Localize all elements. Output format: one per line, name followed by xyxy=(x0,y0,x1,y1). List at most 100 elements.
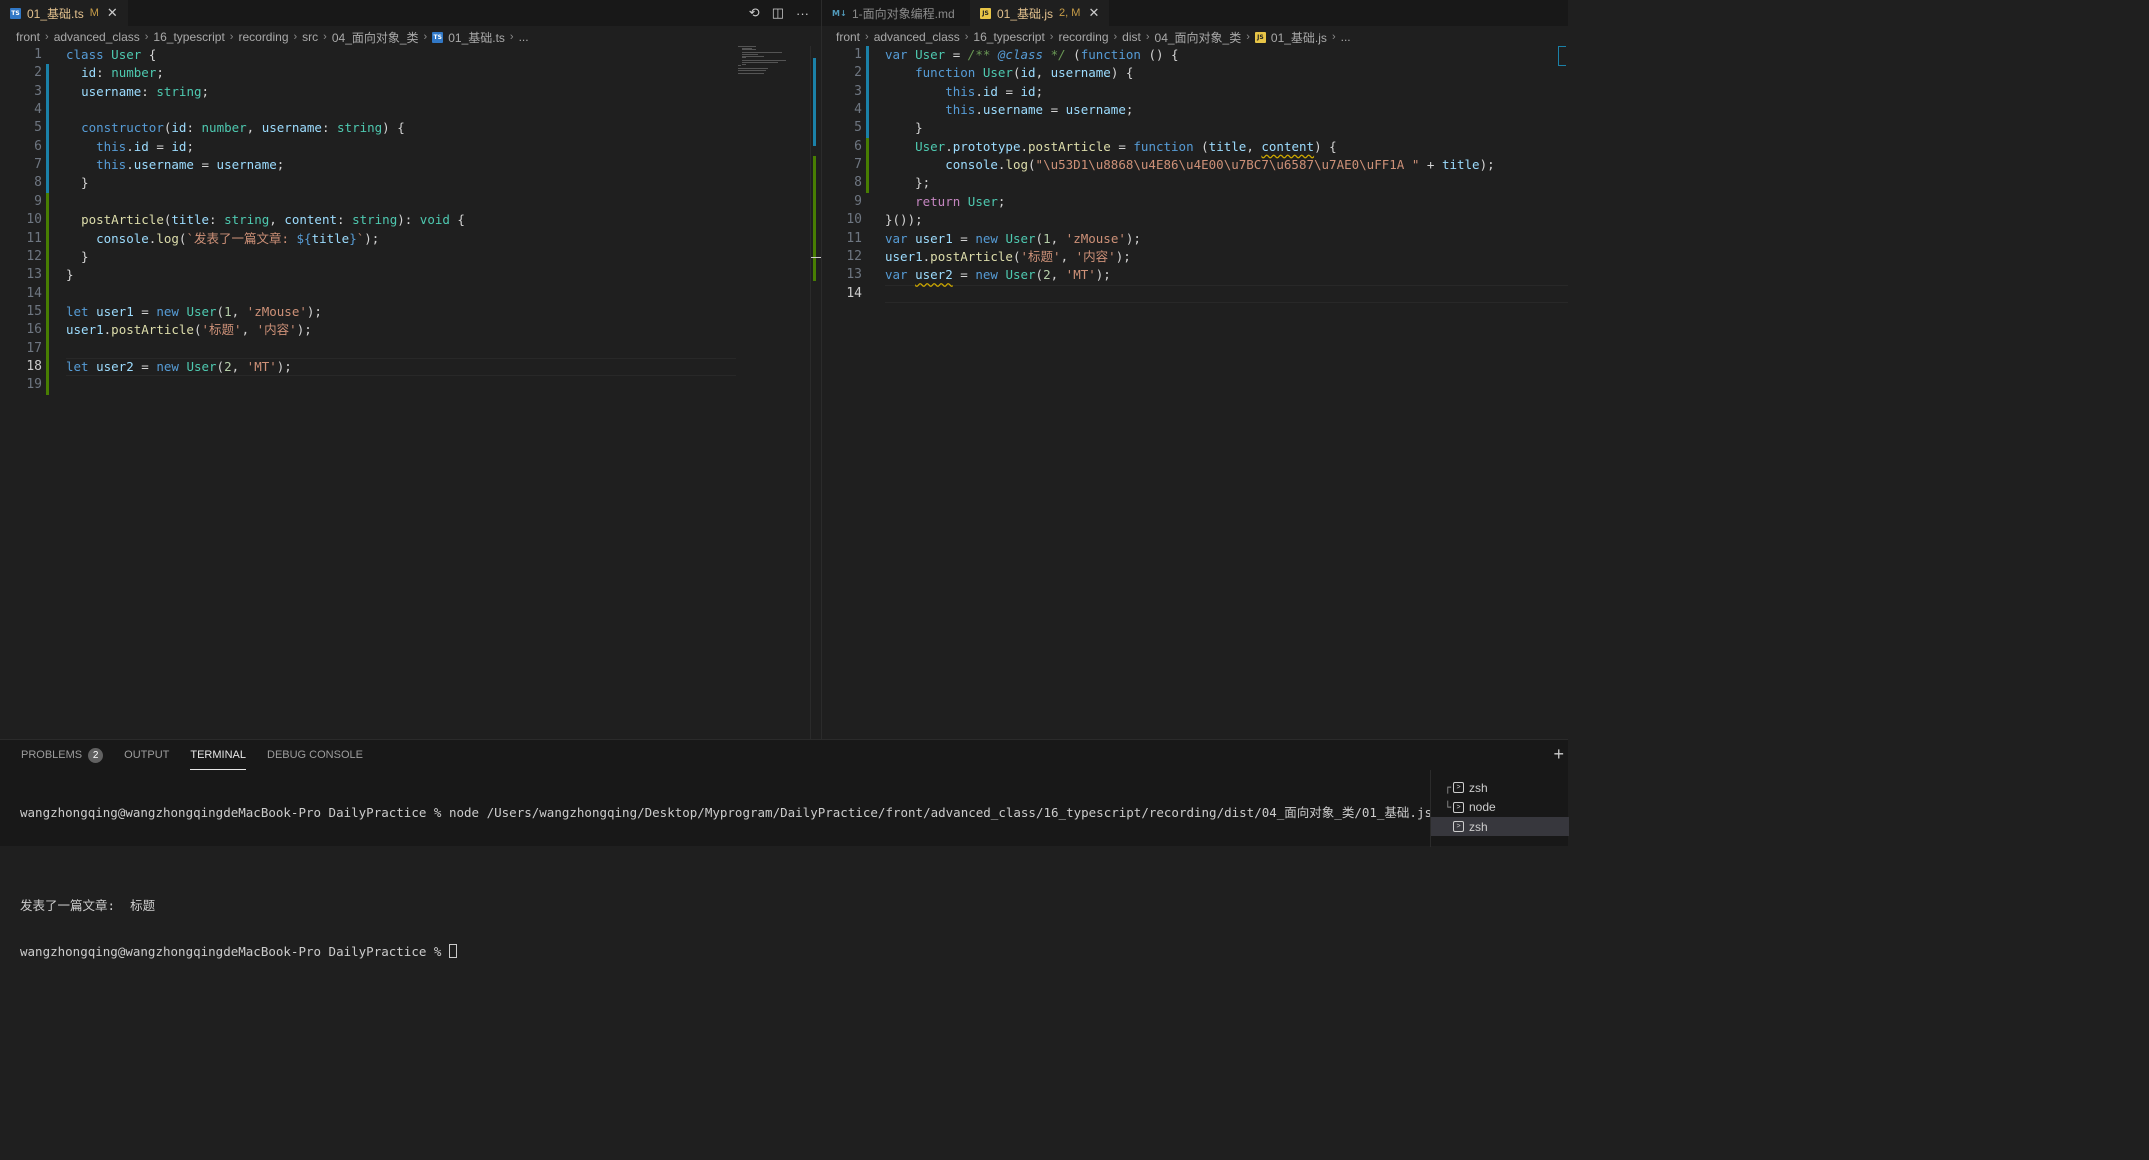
panel-tab-output[interactable]: OUTPUT xyxy=(124,740,169,770)
tab-label: 1-面向对象编程.md xyxy=(852,6,955,21)
line-number: 12 xyxy=(26,248,42,264)
breadcrumb-item[interactable]: advanced_class xyxy=(874,30,960,44)
minimap-line xyxy=(738,73,764,75)
problems-count-badge: 2 xyxy=(88,747,104,763)
line-number: 14 xyxy=(26,285,42,301)
line-number: 7 xyxy=(854,157,862,173)
code-editor-left[interactable]: 1 class User {2 id: number; 3 username: st… xyxy=(0,46,821,739)
close-icon[interactable]: ✕ xyxy=(107,5,118,21)
code-line: var user2 = new User(2, 'MT'); xyxy=(885,267,1111,283)
breadcrumb-item[interactable]: 16_typescript xyxy=(973,30,1044,44)
code-line: class User { xyxy=(66,47,157,62)
close-icon[interactable]: ✕ xyxy=(1088,5,1099,21)
new-terminal-plus-icon[interactable]: + xyxy=(1553,744,1564,765)
line-number: 10 xyxy=(846,212,862,228)
line-number: 2 xyxy=(854,65,862,81)
javascript-file-icon: JS xyxy=(980,7,991,19)
more-actions-icon[interactable]: ··· xyxy=(796,6,809,21)
breadcrumb-item[interactable]: front xyxy=(836,30,860,44)
terminal-list-item[interactable]: └ > node xyxy=(1431,798,1569,817)
tab-bar-left: TS 01_基础.ts M ✕ ⟲ ◫ ··· xyxy=(0,0,821,26)
panel-tab-debug-console[interactable]: DEBUG CONSOLE xyxy=(267,740,363,770)
markdown-file-icon: M↓ xyxy=(832,8,847,18)
gutter-added-marker xyxy=(46,192,49,395)
terminal-icon: > xyxy=(1453,801,1464,813)
code-line: function User(id, username) { xyxy=(915,65,1134,81)
code-line: }()); xyxy=(885,212,923,228)
chevron-right-icon: › xyxy=(45,31,49,43)
gutter-modified-marker xyxy=(46,64,49,193)
problems-modified-badge: 2, M xyxy=(1059,7,1081,19)
split-editor-icon[interactable]: ◫ xyxy=(772,5,784,21)
line-number: 11 xyxy=(846,230,862,246)
terminal-name: node xyxy=(1469,800,1496,814)
line-number: 2 xyxy=(34,65,42,81)
code-line: } xyxy=(66,267,74,283)
terminal-icon: > xyxy=(1453,782,1464,793)
line-number: 14 xyxy=(846,285,862,301)
line-number: 13 xyxy=(846,267,862,283)
line-number: 5 xyxy=(854,120,862,136)
line-number: 8 xyxy=(34,175,42,191)
terminal-name: zsh xyxy=(1469,780,1488,795)
overview-ruler-marker xyxy=(1558,46,1566,66)
tab-bar-right: M↓ 1-面向对象编程.md JS 01_基础.js 2, M ✕ xyxy=(822,0,1568,26)
line-number: 4 xyxy=(34,102,42,118)
chevron-right-icon: › xyxy=(144,31,149,43)
breadcrumb-item[interactable]: 01_基础.js xyxy=(1271,29,1327,46)
chevron-right-icon: › xyxy=(1246,31,1250,43)
open-changes-icon[interactable]: ⟲ xyxy=(749,5,760,21)
chevron-right-icon: › xyxy=(423,31,428,43)
code-line: User.prototype.postArticle = function (t… xyxy=(915,138,1337,154)
code-line: constructor(id: number, username: string… xyxy=(81,120,405,136)
breadcrumb-item[interactable]: 04_面向对象_类 xyxy=(1155,29,1242,46)
breadcrumb-item[interactable]: recording xyxy=(238,30,288,44)
code-editor-right[interactable]: 1 var User = /** @class */ (function () {… xyxy=(822,46,1568,739)
editor-group-left: TS 01_基础.ts M ✕ ⟲ ◫ ··· front › advanced_c… xyxy=(0,0,821,739)
tab-markdown[interactable]: M↓ 1-面向对象编程.md xyxy=(822,0,970,26)
breadcrumb-item[interactable]: src xyxy=(302,30,318,44)
breadcrumb-item[interactable]: 16_typescript xyxy=(153,30,224,44)
minimap-line xyxy=(738,65,741,67)
code-line: this.username = username; xyxy=(945,102,1134,118)
minimap-line xyxy=(742,49,756,51)
code-line: let user1 = new User(1, 'zMouse'); xyxy=(66,303,322,319)
terminal-list-item[interactable]: > zsh xyxy=(1431,817,1569,836)
typescript-file-icon: TS xyxy=(10,7,21,19)
javascript-file-icon: JS xyxy=(1254,31,1266,43)
tab-01-js[interactable]: JS 01_基础.js 2, M ✕ xyxy=(970,0,1110,26)
minimap[interactable] xyxy=(738,46,810,76)
code-line: this.id = id; xyxy=(96,138,194,154)
breadcrumb: front › advanced_class › 16_typescript › recor… xyxy=(16,28,529,46)
breadcrumb-item[interactable]: recording xyxy=(1058,30,1108,44)
code-line: console.log("\u53D1\u8868\u4E86\u4E00\u7… xyxy=(945,157,1495,173)
code-line: } xyxy=(66,175,89,191)
terminal-icon: > xyxy=(1453,821,1464,832)
chevron-right-icon: › xyxy=(293,31,298,43)
code-line: } xyxy=(66,248,89,264)
breadcrumb-item[interactable]: dist xyxy=(1122,30,1141,44)
breadcrumb-item[interactable]: advanced_class xyxy=(54,30,140,44)
breadcrumb-item[interactable]: 04_面向对象_类 xyxy=(332,29,419,46)
line-number: 13 xyxy=(26,267,42,283)
line-number: 5 xyxy=(34,120,42,136)
panel-tab-terminal[interactable]: TERMINAL xyxy=(190,740,246,770)
tab-01-ts[interactable]: TS 01_基础.ts M ✕ xyxy=(0,0,128,26)
breadcrumb-item[interactable]: ... xyxy=(519,30,529,44)
terminal-output[interactable]: wangzhongqing@wangzhongqingdeMacBook-Pro… xyxy=(20,774,1432,991)
breadcrumb-item[interactable]: 01_基础.ts xyxy=(448,29,505,46)
code-line: } xyxy=(885,120,923,136)
panel-tab-label: PROBLEMS xyxy=(21,749,83,761)
code-line: postArticle(title: string, content: stri… xyxy=(81,212,465,228)
line-number: 3 xyxy=(34,83,42,99)
terminal-command-line: wangzhongqing@wangzhongqingdeMacBook-Pro… xyxy=(20,805,1433,820)
breadcrumb-item[interactable]: ... xyxy=(1341,30,1351,44)
panel-tabs: PROBLEMS 2 OUTPUT TERMINAL DEBUG CONSOLE xyxy=(21,740,363,770)
breadcrumb-item[interactable]: front xyxy=(16,30,40,44)
terminal-prompt: wangzhongqing@wangzhongqingdeMacBook-Pro… xyxy=(20,944,449,959)
line-number: 11 xyxy=(26,230,42,246)
terminal-list-item[interactable]: ┌ > zsh xyxy=(1431,778,1569,797)
panel-tab-problems[interactable]: PROBLEMS 2 xyxy=(21,740,104,770)
terminal-list: ┌ > zsh └ > node > zsh xyxy=(1430,770,1569,847)
line-number: 9 xyxy=(854,193,862,209)
